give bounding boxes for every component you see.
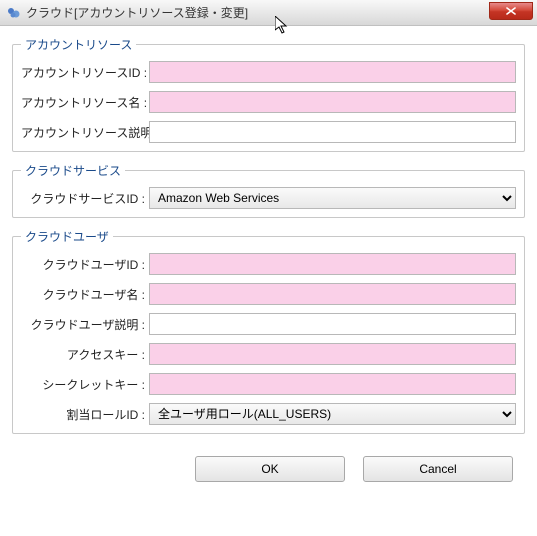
- secret-key-label: シークレットキー :: [21, 376, 149, 393]
- window-title: クラウド[アカウントリソース登録・変更]: [26, 4, 248, 21]
- cloud-user-id-input[interactable]: [149, 253, 516, 275]
- cloud-user-legend: クラウドユーザ: [21, 228, 113, 245]
- cloud-user-name-input[interactable]: [149, 283, 516, 305]
- account-resource-name-label: アカウントリソース名 :: [21, 94, 149, 111]
- close-icon: [506, 7, 516, 15]
- cloud-user-id-label: クラウドユーザID :: [21, 256, 149, 273]
- secret-key-input[interactable]: [149, 373, 516, 395]
- cloud-user-desc-input[interactable]: [149, 313, 516, 335]
- cloud-user-group: クラウドユーザ クラウドユーザID : クラウドユーザ名 : クラウドユーザ説明…: [12, 228, 525, 434]
- account-resource-legend: アカウントリソース: [21, 36, 136, 53]
- access-key-label: アクセスキー :: [21, 346, 149, 363]
- cloud-service-id-label: クラウドサービスID :: [21, 190, 149, 207]
- account-resource-desc-label: アカウントリソース説明 :: [21, 124, 149, 141]
- cloud-user-desc-label: クラウドユーザ説明 :: [21, 316, 149, 333]
- role-id-label: 割当ロールID :: [21, 406, 149, 423]
- button-row: OK Cancel: [12, 448, 525, 482]
- ok-button[interactable]: OK: [195, 456, 345, 482]
- dialog-content: アカウントリソース アカウントリソースID : アカウントリソース名 : アカウ…: [0, 26, 537, 490]
- titlebar: クラウド[アカウントリソース登録・変更]: [0, 0, 537, 26]
- app-icon: [6, 5, 22, 21]
- cloud-service-id-select[interactable]: Amazon Web Services: [149, 187, 516, 209]
- account-resource-id-label: アカウントリソースID :: [21, 64, 149, 81]
- cancel-button[interactable]: Cancel: [363, 456, 513, 482]
- access-key-input[interactable]: [149, 343, 516, 365]
- account-resource-desc-input[interactable]: [149, 121, 516, 143]
- close-button[interactable]: [489, 2, 533, 20]
- role-id-select[interactable]: 全ユーザ用ロール(ALL_USERS): [149, 403, 516, 425]
- cloud-service-group: クラウドサービス クラウドサービスID : Amazon Web Service…: [12, 162, 525, 218]
- cloud-user-name-label: クラウドユーザ名 :: [21, 286, 149, 303]
- account-resource-id-input[interactable]: [149, 61, 516, 83]
- account-resource-name-input[interactable]: [149, 91, 516, 113]
- cloud-service-legend: クラウドサービス: [21, 162, 125, 179]
- account-resource-group: アカウントリソース アカウントリソースID : アカウントリソース名 : アカウ…: [12, 36, 525, 152]
